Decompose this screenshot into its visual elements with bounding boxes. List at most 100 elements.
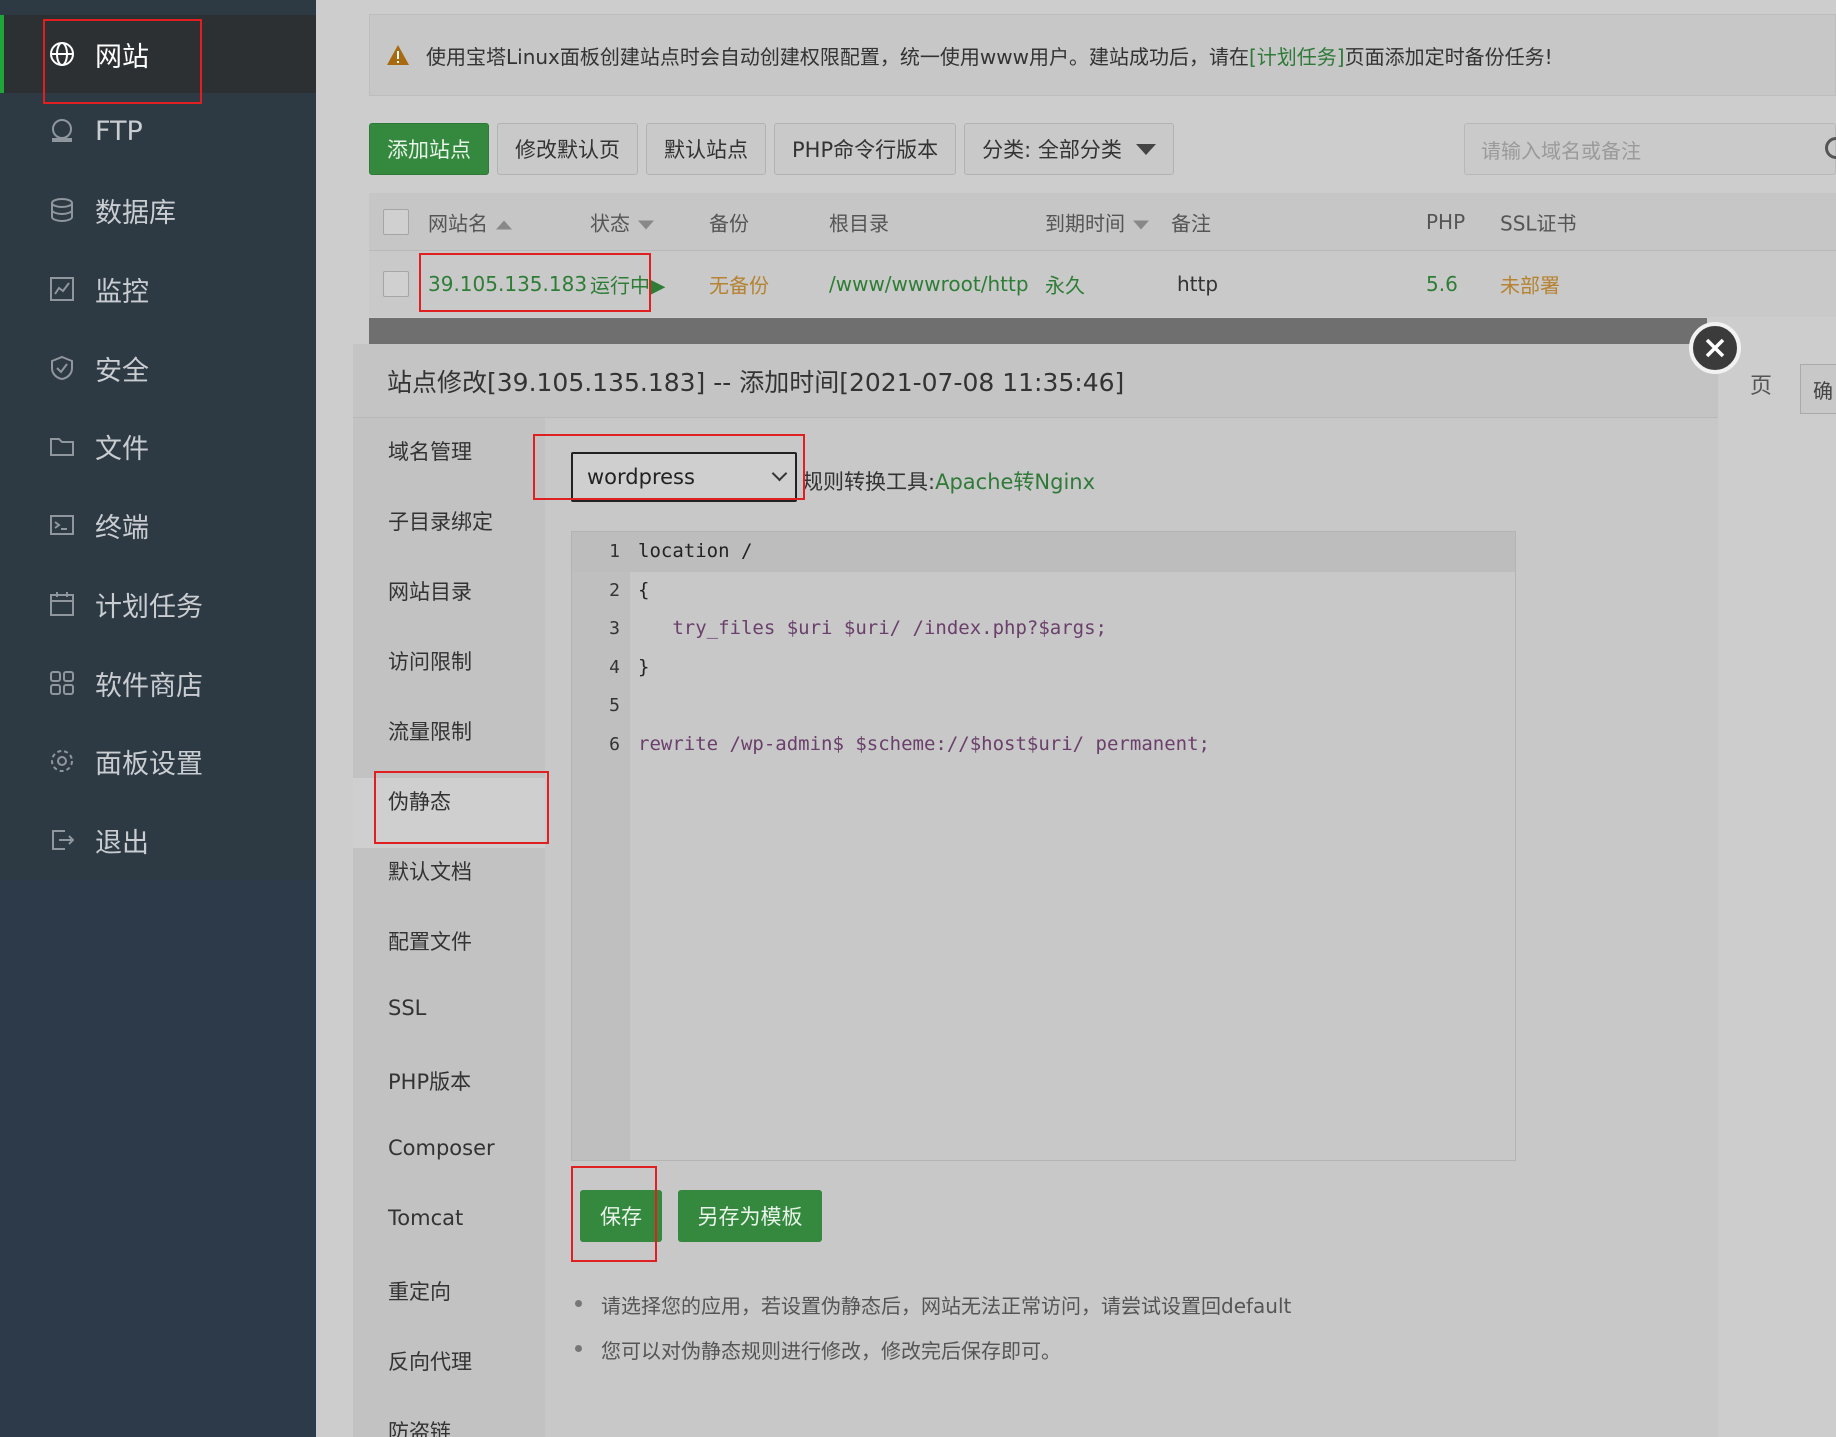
site-ssl[interactable]: 未部署 xyxy=(1500,270,1560,299)
gear-icon xyxy=(48,747,76,775)
tips-list: 请选择您的应用，若设置伪静态后，网站无法正常访问，请尝试设置回default 您… xyxy=(571,1290,1291,1380)
sidebar-item-label: 终端 xyxy=(95,512,149,544)
header-name[interactable]: 网站名 xyxy=(428,207,512,236)
table-scrollbar[interactable] xyxy=(369,318,1707,346)
line-number: 4 xyxy=(609,657,620,678)
header-remark: 备注 xyxy=(1171,211,1211,235)
ftp-icon xyxy=(48,117,76,145)
pager-label: 页 xyxy=(1750,374,1773,399)
tab-subdir-binding[interactable]: 子目录绑定 xyxy=(388,506,493,536)
category-label: 分类: 全部分类 xyxy=(982,138,1122,162)
close-icon xyxy=(1705,338,1725,358)
line-number: 2 xyxy=(609,580,620,601)
php-cli-version-button[interactable]: PHP命令行版本 xyxy=(774,123,957,175)
sidebar-item-settings[interactable]: 面板设置 xyxy=(0,722,316,800)
sidebar-item-label: 退出 xyxy=(95,827,149,859)
sidebar-item-label: 面板设置 xyxy=(95,748,203,780)
sort-desc-icon xyxy=(1133,220,1149,229)
sidebar-item-terminal[interactable]: 终端 xyxy=(0,486,316,564)
sidebar-item-logout[interactable]: 退出 xyxy=(0,801,316,879)
header-backup: 备份 xyxy=(709,211,749,235)
tab-default-doc[interactable]: 默认文档 xyxy=(388,856,472,886)
rule-convert-tool: 规则转换工具:Apache转Nginx xyxy=(802,470,1096,494)
tab-site-dir[interactable]: 网站目录 xyxy=(388,576,472,606)
add-site-button[interactable]: 添加站点 xyxy=(369,123,489,175)
tip-item: 请选择您的应用，若设置伪静态后，网站无法正常访问，请尝试设置回default xyxy=(571,1290,1291,1319)
warning-icon xyxy=(387,45,409,65)
tip-item: 您可以对伪静态规则进行修改，修改完后保存即可。 xyxy=(571,1335,1291,1364)
edit-default-page-button[interactable]: 修改默认页 xyxy=(497,123,638,175)
modal-close-button[interactable] xyxy=(1689,322,1741,374)
tab-tomcat[interactable]: Tomcat xyxy=(388,1206,463,1230)
header-php: PHP xyxy=(1426,209,1466,234)
calendar-icon xyxy=(48,590,76,618)
site-php[interactable]: 5.6 xyxy=(1426,272,1458,296)
highlight-box-rewrite-tab xyxy=(374,771,549,844)
site-edit-modal: 站点修改[39.105.135.183] -- 添加时间[2021-07-08 … xyxy=(353,344,1718,1437)
sidebar-item-security[interactable]: 安全 xyxy=(0,329,316,407)
tab-composer[interactable]: Composer xyxy=(388,1136,495,1160)
tab-ssl[interactable]: SSL xyxy=(388,996,426,1020)
pager-confirm-button[interactable]: 确 xyxy=(1800,364,1836,414)
category-dropdown[interactable]: 分类: 全部分类 xyxy=(964,123,1174,175)
shield-icon xyxy=(48,354,76,382)
site-remark[interactable]: http xyxy=(1177,272,1218,296)
site-backup[interactable]: 无备份 xyxy=(709,270,769,299)
code-editor[interactable]: 1 2 3 4 5 6 location / { try_files $uri … xyxy=(571,531,1516,1161)
header-status[interactable]: 状态 xyxy=(590,207,654,236)
sidebar: 网站 FTP 数据库 监控 安全 文件 终端 计划任务 软件商店 面板设置 退出 xyxy=(0,0,316,1437)
sidebar-item-label: 文件 xyxy=(95,433,149,465)
sidebar-item-store[interactable]: 软件商店 xyxy=(0,644,316,722)
search-icon[interactable] xyxy=(1825,137,1836,159)
sort-desc-icon xyxy=(638,220,654,229)
header-ssl: SSL证书 xyxy=(1500,211,1577,235)
code-line: location / xyxy=(638,540,753,562)
grid-icon xyxy=(48,669,76,697)
tab-hotlink[interactable]: 防盗链 xyxy=(388,1416,451,1437)
toolbar: 添加站点 修改默认页 默认站点 PHP命令行版本 分类: 全部分类 xyxy=(369,123,1174,175)
tab-domains[interactable]: 域名管理 xyxy=(388,436,472,466)
row-checkbox[interactable] xyxy=(383,271,409,297)
sidebar-item-label: 计划任务 xyxy=(95,591,203,623)
code-line: { xyxy=(638,579,650,601)
tab-access-limit[interactable]: 访问限制 xyxy=(388,646,472,676)
notice-bar: 使用宝塔Linux面板创建站点时会自动创建权限配置，统一使用www用户。建站成功… xyxy=(369,14,1836,96)
logout-icon xyxy=(48,826,76,854)
sidebar-item-monitor[interactable]: 监控 xyxy=(0,250,316,328)
apache-to-nginx-link[interactable]: Apache转Nginx xyxy=(935,470,1095,494)
site-expire[interactable]: 永久 xyxy=(1045,270,1085,299)
sidebar-item-cron[interactable]: 计划任务 xyxy=(0,565,316,643)
default-site-button[interactable]: 默认站点 xyxy=(646,123,766,175)
sidebar-item-files[interactable]: 文件 xyxy=(0,407,316,485)
monitor-icon xyxy=(48,275,76,303)
line-number: 5 xyxy=(609,695,620,716)
line-number: 6 xyxy=(609,734,620,755)
terminal-icon xyxy=(48,511,76,539)
header-root: 根目录 xyxy=(829,211,889,235)
search-input[interactable]: 请输入域名或备注 xyxy=(1464,123,1836,175)
highlight-box-save xyxy=(571,1166,657,1262)
sidebar-item-label: 数据库 xyxy=(95,197,176,229)
highlight-box-site-name xyxy=(419,253,651,312)
tab-reverse-proxy[interactable]: 反向代理 xyxy=(388,1346,472,1376)
save-as-template-button[interactable]: 另存为模板 xyxy=(678,1190,822,1242)
site-root-link[interactable]: /www/wwwroot/http xyxy=(829,272,1029,296)
select-all-checkbox[interactable] xyxy=(383,208,409,235)
header-expire[interactable]: 到期时间 xyxy=(1045,207,1149,236)
tab-redirect[interactable]: 重定向 xyxy=(388,1276,451,1306)
sidebar-item-database[interactable]: 数据库 xyxy=(0,171,316,249)
tab-config-file[interactable]: 配置文件 xyxy=(388,926,472,956)
notice-text: 使用宝塔Linux面板创建站点时会自动创建权限配置，统一使用www用户。建站成功… xyxy=(426,44,1553,69)
sidebar-item-label: FTP xyxy=(95,115,143,147)
tab-php-version[interactable]: PHP版本 xyxy=(388,1066,471,1096)
code-line: rewrite /wp-admin$ $scheme://$host$uri/ … xyxy=(638,733,1210,755)
code-line: try_files $uri $uri/ /index.php?$args; xyxy=(638,617,1107,639)
tab-traffic-limit[interactable]: 流量限制 xyxy=(388,716,472,746)
sort-asc-icon xyxy=(496,220,512,229)
caret-down-icon xyxy=(1135,143,1156,155)
modal-title: 站点修改[39.105.135.183] -- 添加时间[2021-07-08 … xyxy=(353,344,1718,418)
database-icon xyxy=(48,196,76,224)
line-number: 1 xyxy=(609,541,620,562)
cron-link[interactable]: [计划任务] xyxy=(1249,45,1345,69)
line-number: 3 xyxy=(609,618,620,639)
